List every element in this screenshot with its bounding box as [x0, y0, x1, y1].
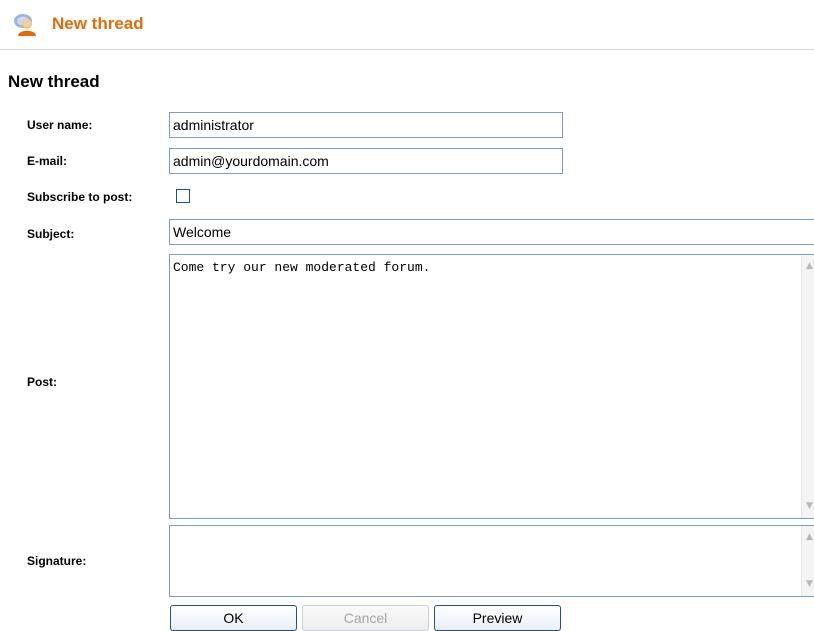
form-heading: New thread: [8, 72, 100, 91]
signature-label: Signature:: [27, 554, 87, 568]
page-header: New thread: [0, 0, 814, 50]
subject-label: Subject:: [27, 227, 75, 241]
subject-field[interactable]: Welcome: [169, 219, 814, 245]
email-field[interactable]: admin@yourdomain.com: [169, 148, 563, 174]
ok-button[interactable]: OK: [170, 605, 297, 631]
email-label: E-mail:: [27, 154, 68, 168]
preview-button[interactable]: Preview: [434, 605, 561, 631]
signature-scrollbar[interactable]: ▲ ▼: [801, 526, 814, 596]
scroll-down-icon[interactable]: ▼: [804, 579, 814, 590]
scroll-up-icon[interactable]: ▲: [804, 532, 814, 543]
username-label: User name:: [27, 118, 93, 132]
subscribe-label: Subscribe to post:: [27, 190, 133, 204]
username-field[interactable]: administrator: [169, 112, 563, 138]
forum-user-icon: [12, 13, 38, 37]
subscribe-checkbox[interactable]: [176, 189, 190, 203]
cancel-button[interactable]: Cancel: [302, 605, 429, 631]
signature-textarea[interactable]: ▲ ▼: [169, 525, 814, 597]
page-header-title: New thread: [52, 14, 144, 33]
scroll-up-icon[interactable]: ▲: [804, 261, 814, 272]
post-label: Post:: [27, 375, 57, 389]
post-textarea[interactable]: Come try our new moderated forum. ▲ ▼: [169, 254, 814, 519]
scroll-down-icon[interactable]: ▼: [804, 501, 814, 512]
post-scrollbar[interactable]: ▲ ▼: [801, 255, 814, 518]
post-text: Come try our new moderated forum.: [173, 260, 431, 275]
